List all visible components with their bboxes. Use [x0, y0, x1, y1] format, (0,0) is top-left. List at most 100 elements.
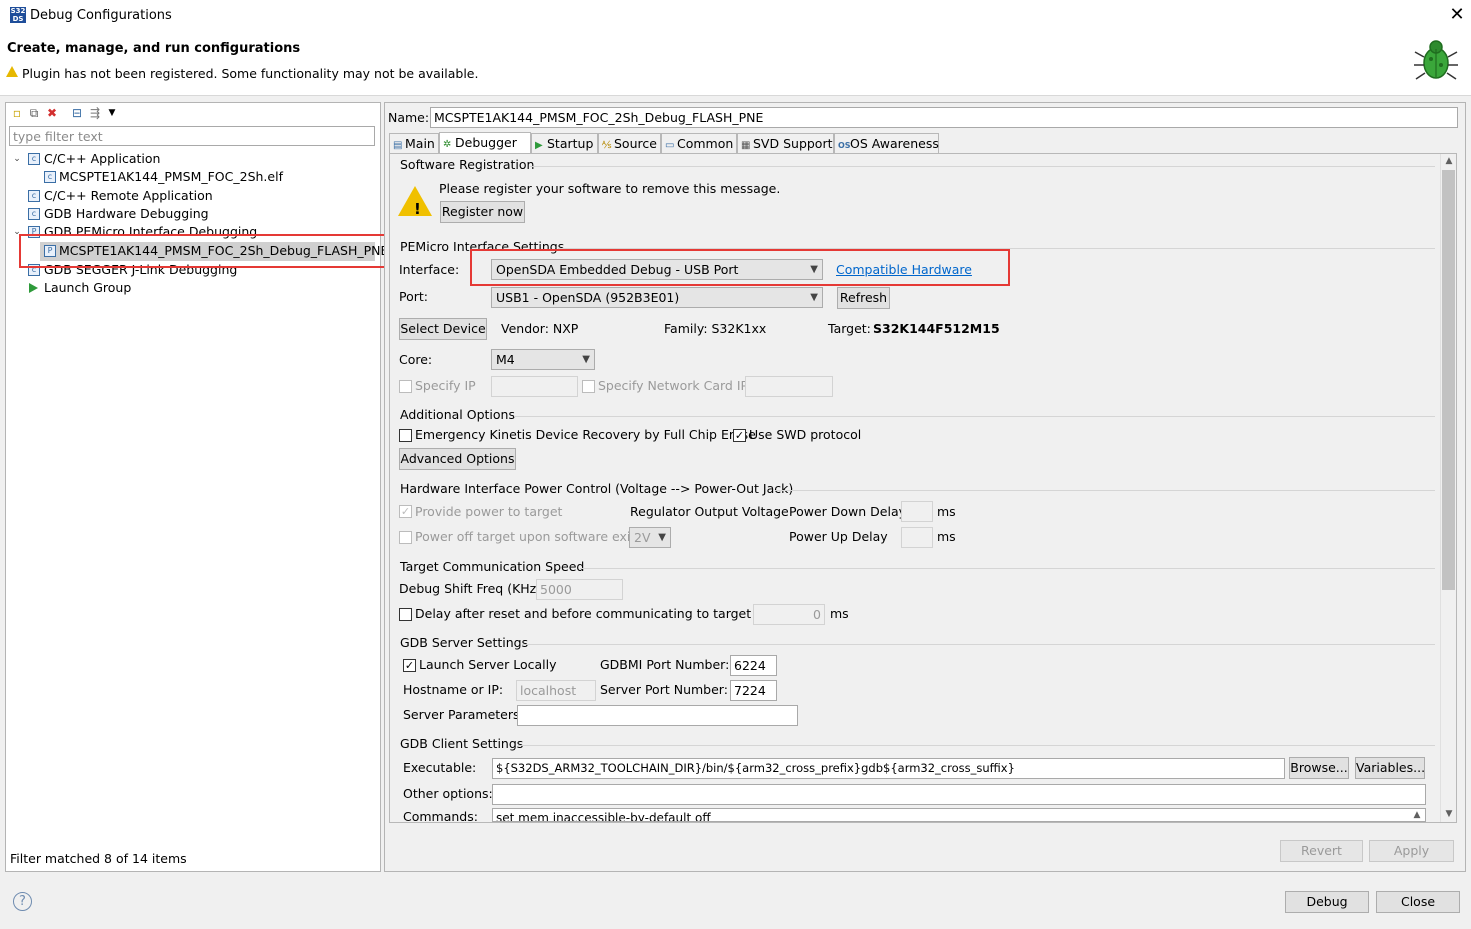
tab-label: Common — [677, 136, 734, 151]
filter-input[interactable] — [9, 126, 375, 146]
debug-button[interactable]: Debug — [1285, 891, 1369, 913]
scrollbar-thumb[interactable] — [1442, 170, 1455, 590]
power-down-delay-label: Power Down Delay — [789, 504, 907, 519]
revert-button[interactable]: Revert — [1280, 840, 1363, 862]
tab-label: Source — [614, 136, 657, 151]
target-label: Target: — [828, 321, 871, 336]
commands-scroll-up-icon[interactable]: ▲ — [1409, 810, 1425, 820]
core-value: M4 — [496, 352, 515, 367]
new-configuration-icon[interactable]: ▫ — [10, 106, 24, 120]
power-off-checkbox[interactable] — [399, 531, 412, 544]
warning-icon — [6, 66, 18, 77]
register-now-button[interactable]: Register now — [440, 201, 525, 223]
warning-exclamation: ! — [414, 200, 421, 218]
core-select[interactable]: M4 ▼ — [491, 349, 595, 370]
delay-ms: ms — [830, 606, 849, 621]
expand-twisty-icon[interactable]: ⌄ — [12, 150, 22, 168]
group-divider — [514, 416, 1435, 417]
executable-field[interactable]: ${S32DS_ARM32_TOOLCHAIN_DIR}/bin/${arm32… — [492, 758, 1285, 779]
gdbmi-port-label: GDBMI Port Number: — [600, 657, 730, 672]
group-title-registration: Software Registration — [400, 157, 535, 172]
tab-label: OS Awareness — [850, 136, 939, 151]
view-menu-chevron-down-icon[interactable]: ▼ — [105, 106, 119, 120]
group-title-gdb-client: GDB Client Settings — [400, 736, 524, 751]
commands-label: Commands: — [403, 809, 478, 824]
close-button[interactable]: Close — [1376, 891, 1460, 913]
voltage-value: 2V — [634, 530, 651, 545]
power-down-delay-field[interactable] — [901, 501, 933, 522]
group-title-gdb-server: GDB Server Settings — [400, 635, 529, 650]
name-field[interactable]: MCSPTE1AK144_PMSM_FOC_2Sh_Debug_FLASH_PN… — [430, 107, 1458, 128]
tree-item-label: C/C++ Remote Application — [44, 188, 213, 203]
delay-field[interactable]: 0 — [753, 604, 825, 625]
gdbmi-port-field[interactable]: 6224 — [730, 655, 777, 676]
use-swd-checkbox[interactable]: ✓ — [733, 429, 746, 442]
delay-after-reset-label: Delay after reset and before communicati… — [415, 606, 773, 621]
group-title-speed: Target Communication Speed — [400, 559, 585, 574]
delete-icon[interactable]: ✖ — [45, 106, 59, 120]
tree-item-label: MCSPTE1AK144_PMSM_FOC_2Sh.elf — [59, 169, 283, 184]
window-title: Debug Configurations — [30, 8, 172, 23]
duplicate-icon[interactable]: ⧉ — [27, 106, 41, 120]
scroll-up-icon[interactable]: ▲ — [1441, 156, 1457, 166]
other-options-label: Other options: — [403, 786, 493, 801]
port-select[interactable]: USB1 - OpenSDA (952B3E01) ▼ — [491, 287, 823, 308]
header-message: Plugin has not been registered. Some fun… — [22, 66, 479, 81]
tab-debugger[interactable]: ✲ Debugger — [439, 132, 531, 154]
power-up-delay-label: Power Up Delay — [789, 529, 888, 544]
filter-icon[interactable]: ⇶ — [88, 106, 102, 120]
browse-button[interactable]: Browse... — [1289, 757, 1349, 779]
family-text: Family: S32K1xx — [664, 321, 767, 336]
filter-status: Filter matched 8 of 14 items — [10, 851, 187, 866]
select-device-button[interactable]: Select Device — [399, 318, 487, 340]
launch-server-locally-label: Launch Server Locally — [419, 657, 557, 672]
tab-os-awareness[interactable]: OSOS Awareness — [834, 133, 939, 153]
advanced-options-button[interactable]: Advanced Options — [399, 448, 516, 470]
tab-main[interactable]: ▤ Main — [389, 133, 439, 153]
shift-freq-field[interactable]: 5000 — [536, 579, 623, 600]
specify-ip-checkbox[interactable] — [399, 380, 412, 393]
title-bar — [0, 0, 1471, 32]
debug-bug-icon — [1414, 40, 1458, 80]
other-options-field[interactable] — [492, 784, 1426, 805]
tab-common[interactable]: ▭ Common — [661, 133, 737, 153]
refresh-button[interactable]: Refresh — [837, 287, 890, 309]
server-parameters-field[interactable] — [517, 705, 798, 726]
provide-power-checkbox[interactable]: ✓ — [399, 505, 412, 518]
c-config-icon: c — [44, 171, 56, 183]
tab-label: Main — [405, 136, 435, 151]
name-label: Name: — [388, 110, 430, 125]
server-port-label: Server Port Number: — [600, 682, 728, 697]
header-title: Create, manage, and run configurations — [7, 41, 301, 56]
help-icon[interactable]: ? — [13, 892, 32, 911]
tab-startup[interactable]: ▶ Startup — [531, 133, 598, 153]
specify-nic-checkbox[interactable] — [582, 380, 595, 393]
collapse-all-icon[interactable]: ⊟ — [70, 106, 84, 120]
scroll-down-icon[interactable]: ▼ — [1441, 809, 1457, 819]
close-window-icon[interactable]: ✕ — [1446, 4, 1468, 26]
apply-button[interactable]: Apply — [1369, 840, 1454, 862]
delay-after-reset-checkbox[interactable] — [399, 608, 412, 621]
server-port-field[interactable]: 7224 — [730, 680, 777, 701]
variables-button[interactable]: Variables... — [1355, 757, 1425, 779]
tab-source[interactable]: ⅍ Source — [598, 133, 661, 153]
power-up-delay-field[interactable] — [901, 527, 933, 548]
chevron-down-icon: ▼ — [582, 354, 590, 365]
voltage-select[interactable]: 2V ▼ — [629, 527, 671, 548]
ip-field[interactable] — [491, 376, 578, 397]
launch-server-locally-checkbox[interactable]: ✓ — [403, 659, 416, 672]
app-icon: S32 DS — [10, 7, 26, 23]
group-divider — [522, 644, 1435, 645]
tab-label: Startup — [547, 136, 594, 151]
group-title-additional: Additional Options — [400, 407, 515, 422]
core-label: Core: — [399, 352, 433, 367]
hostname-field[interactable]: localhost — [516, 680, 596, 701]
emergency-recovery-checkbox[interactable] — [399, 429, 412, 442]
c-config-icon: c — [28, 208, 40, 220]
commands-field[interactable]: set mem inaccessible-by-default off — [492, 808, 1426, 822]
nic-ip-field[interactable] — [745, 376, 833, 397]
tab-svd-support[interactable]: ▦ SVD Support — [737, 133, 834, 153]
group-divider — [580, 568, 1435, 569]
highlight-box-selected-config — [19, 234, 388, 268]
provide-power-label: Provide power to target — [415, 504, 563, 519]
